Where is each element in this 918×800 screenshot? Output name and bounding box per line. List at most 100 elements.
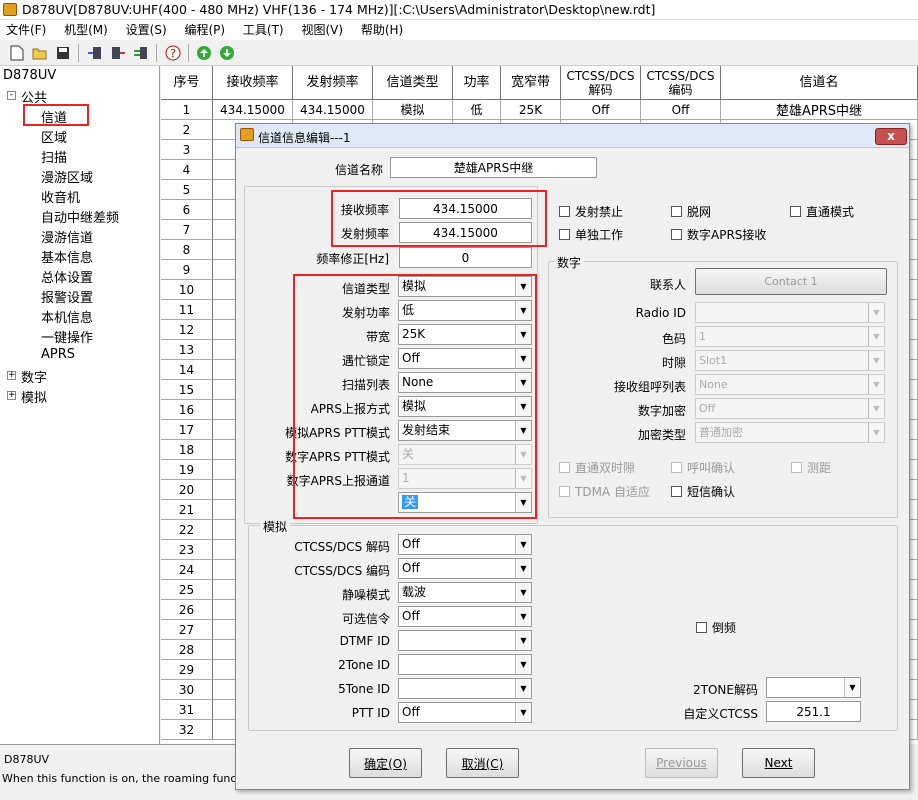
analog-field-select[interactable]: Off ▼ (398, 534, 532, 555)
save-icon[interactable] (54, 44, 72, 62)
table-row-number[interactable]: 4 (161, 160, 213, 180)
col-header[interactable]: 信道类型 (373, 66, 453, 100)
sms-confirm-checkbox[interactable]: 短信确认 (671, 483, 735, 500)
table-row-number[interactable]: 32 (161, 720, 213, 740)
tree-zone[interactable]: 区域 (41, 127, 67, 146)
tx-inhibit-checkbox[interactable]: 发射禁止 (559, 203, 623, 220)
table-cell[interactable]: 434.15000 (213, 100, 293, 120)
table-row-number[interactable]: 24 (161, 560, 213, 580)
table-row-number[interactable]: 5 (161, 180, 213, 200)
digital-field-select[interactable]: Off ▼ (695, 398, 885, 419)
tree-root[interactable]: D878UV (3, 68, 56, 83)
table-cell[interactable]: 楚雄APRS中继 (721, 100, 918, 120)
menu-file[interactable]: 文件(F) (6, 20, 46, 40)
table-row-number[interactable]: 6 (161, 200, 213, 220)
table-row-number[interactable]: 11 (161, 300, 213, 320)
table-row-number[interactable]: 19 (161, 460, 213, 480)
down-arrow-icon[interactable] (218, 44, 236, 62)
menu-program[interactable]: 编程(P) (184, 20, 225, 40)
tree-one-touch[interactable]: 一键操作 (41, 327, 93, 346)
tree-roam-zone[interactable]: 漫游区域 (41, 167, 93, 186)
col-header[interactable]: 宽窄带 (501, 66, 561, 100)
table-cell[interactable]: 25K (501, 100, 561, 120)
table-row-number[interactable]: 2 (161, 120, 213, 140)
transfer-icon[interactable] (132, 44, 150, 62)
table-cell[interactable]: 模拟 (373, 100, 453, 120)
table-cell[interactable]: Off (641, 100, 721, 120)
digital-field-select[interactable]: None ▼ (695, 374, 885, 395)
twotone-decode-select[interactable]: ▼ (766, 677, 861, 698)
digital-field-select[interactable]: ▼ (695, 302, 885, 323)
reverse-checkbox[interactable]: 倒频 (696, 619, 736, 636)
tree-analog[interactable]: 模拟 (21, 387, 47, 406)
analog-field-select[interactable]: Off ▼ (398, 702, 532, 723)
table-row-number[interactable]: 14 (161, 360, 213, 380)
menu-settings[interactable]: 设置(S) (126, 20, 167, 40)
menu-model[interactable]: 机型(M) (64, 20, 108, 40)
previous-button[interactable]: Previous (645, 748, 718, 778)
col-header[interactable]: CTCSS/DCS 编码 (641, 66, 721, 100)
table-row-number[interactable]: 18 (161, 440, 213, 460)
cancel-button[interactable]: 取消(C) (446, 748, 519, 778)
table-row-number[interactable]: 23 (161, 540, 213, 560)
table-row-number[interactable]: 22 (161, 520, 213, 540)
table-row-number[interactable]: 16 (161, 400, 213, 420)
table-row-number[interactable]: 7 (161, 220, 213, 240)
close-button[interactable]: x (875, 128, 907, 145)
tree-channel[interactable]: 信道 (41, 107, 67, 126)
collapse-icon[interactable]: - (7, 91, 16, 100)
channel-name-input[interactable]: 楚雄APRS中继 (390, 157, 597, 178)
table-row-number[interactable]: 15 (161, 380, 213, 400)
table-row-number[interactable]: 27 (161, 620, 213, 640)
table-row-number[interactable]: 29 (161, 660, 213, 680)
offline-checkbox[interactable]: 脱网 (671, 203, 711, 220)
tree-basic-info[interactable]: 基本信息 (41, 247, 93, 266)
call-confirm-checkbox[interactable]: 呼叫确认 (671, 459, 735, 476)
tree-roam-channel[interactable]: 漫游信道 (41, 227, 93, 246)
table-row-number[interactable]: 21 (161, 500, 213, 520)
table-row-number[interactable]: 31 (161, 700, 213, 720)
table-row-number[interactable]: 9 (161, 260, 213, 280)
custom-ctcss-input[interactable]: 251.1 (766, 701, 861, 722)
tree-radio[interactable]: 收音机 (41, 187, 80, 206)
freq-correction-input[interactable]: 0 (399, 247, 532, 268)
talkaround-checkbox[interactable]: 直通模式 (790, 203, 854, 220)
tree-general-settings[interactable]: 总体设置 (41, 267, 93, 286)
table-row-number[interactable]: 3 (161, 140, 213, 160)
col-header[interactable]: CTCSS/DCS 解码 (561, 66, 641, 100)
ok-button[interactable]: 确定(O) (349, 748, 422, 778)
help-icon[interactable]: ? (164, 44, 182, 62)
tree-aprs[interactable]: APRS (41, 347, 75, 362)
expand-icon[interactable]: + (7, 391, 16, 400)
table-row-number[interactable]: 26 (161, 600, 213, 620)
expand-icon[interactable]: + (7, 371, 16, 380)
analog-field-select[interactable]: Off ▼ (398, 606, 532, 627)
analog-field-select[interactable]: 载波 ▼ (398, 582, 532, 603)
work-alone-checkbox[interactable]: 单独工作 (559, 226, 623, 243)
table-row-number[interactable]: 20 (161, 480, 213, 500)
col-header[interactable]: 接收频率 (213, 66, 293, 100)
col-header[interactable]: 发射频率 (293, 66, 373, 100)
table-row-number[interactable]: 30 (161, 680, 213, 700)
table-row-number[interactable]: 28 (161, 640, 213, 660)
analog-field-select[interactable]: ▼ (398, 678, 532, 699)
tree-alarm-settings[interactable]: 报警设置 (41, 287, 93, 306)
ranging-checkbox[interactable]: 测距 (791, 459, 831, 476)
digital-field-select[interactable]: Slot1 ▼ (695, 350, 885, 371)
analog-field-select[interactable]: Off ▼ (398, 558, 532, 579)
col-header[interactable]: 序号 (161, 66, 213, 100)
table-row-number[interactable]: 8 (161, 240, 213, 260)
tree-local-info[interactable]: 本机信息 (41, 307, 93, 326)
tree-scan[interactable]: 扫描 (41, 147, 67, 166)
up-arrow-icon[interactable] (195, 44, 213, 62)
open-folder-icon[interactable] (31, 44, 49, 62)
table-row-number[interactable]: 17 (161, 420, 213, 440)
menu-help[interactable]: 帮助(H) (361, 20, 403, 40)
col-header[interactable]: 信道名 (721, 66, 918, 100)
table-row-number[interactable]: 12 (161, 320, 213, 340)
col-header[interactable]: 功率 (453, 66, 501, 100)
menu-tools[interactable]: 工具(T) (243, 20, 284, 40)
analog-field-select[interactable]: ▼ (398, 630, 532, 651)
read-radio-icon[interactable] (86, 44, 104, 62)
next-button[interactable]: Next (742, 748, 815, 778)
